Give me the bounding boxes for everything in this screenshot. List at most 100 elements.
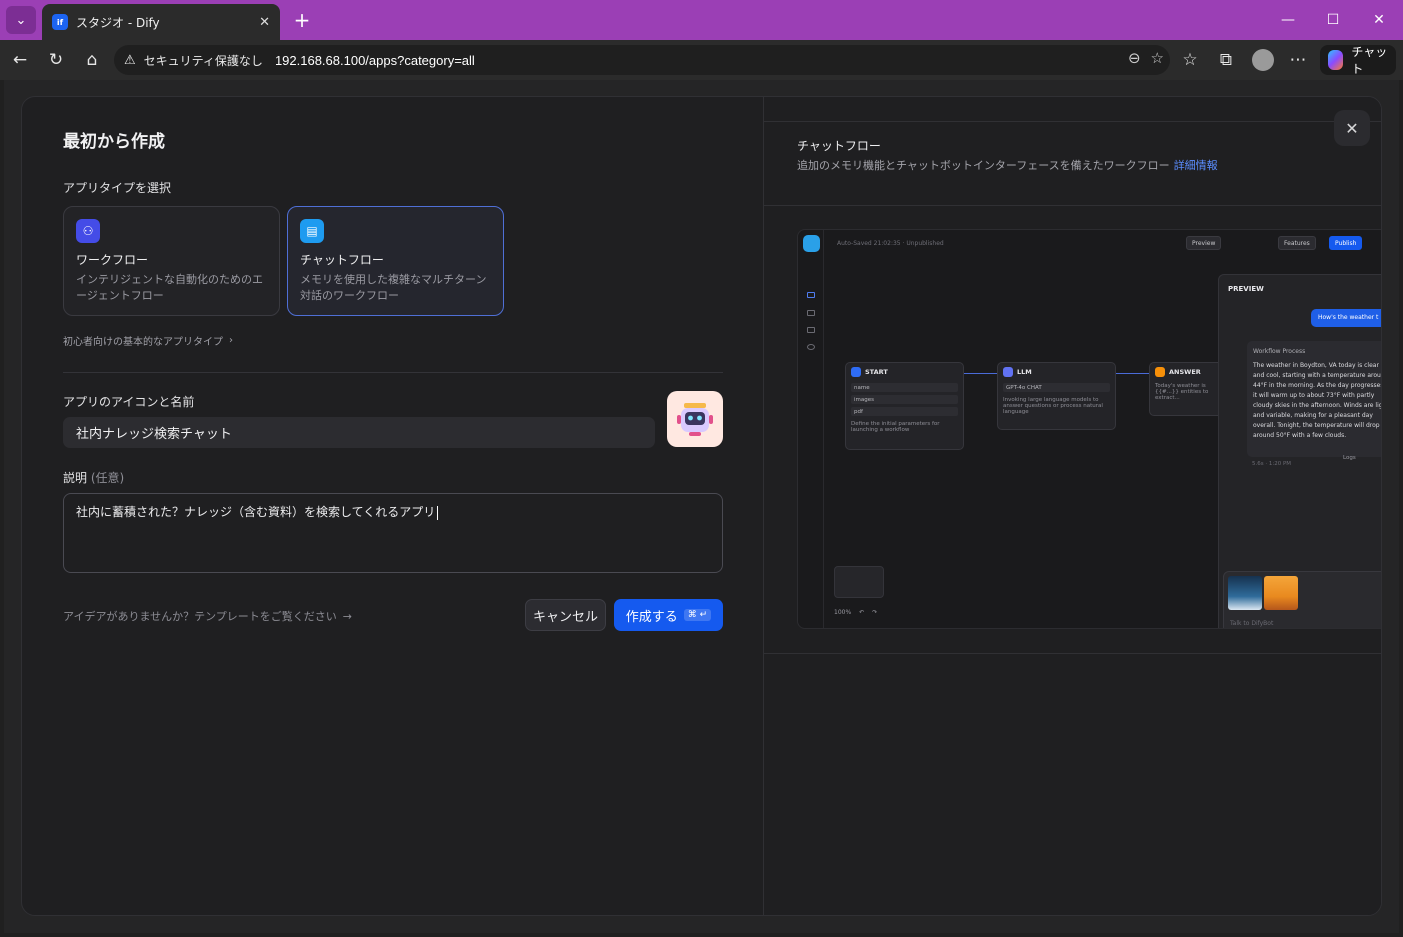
profile-avatar[interactable] bbox=[1252, 49, 1274, 71]
preview-sidebar-icon bbox=[807, 310, 815, 316]
preview-edge bbox=[964, 373, 997, 374]
chatflow-icon: ▤ bbox=[300, 219, 324, 243]
copilot-icon bbox=[1328, 50, 1344, 70]
preview-image-thumb bbox=[1264, 576, 1298, 610]
close-icon[interactable]: ✕ bbox=[1334, 110, 1370, 146]
undo-icon: ↶ bbox=[859, 608, 865, 616]
preview-sidebar-icon bbox=[807, 327, 815, 333]
new-tab-icon[interactable]: + bbox=[290, 8, 314, 32]
arrow-right-icon: → bbox=[342, 609, 353, 623]
preview-sidebar bbox=[798, 230, 824, 628]
minimize-icon[interactable]: — bbox=[1276, 8, 1300, 32]
name-label: アプリのアイコンと名前 bbox=[63, 395, 195, 409]
preview-edge bbox=[1116, 373, 1149, 374]
divider bbox=[764, 653, 1381, 654]
preview-logo-icon bbox=[803, 235, 820, 252]
divider bbox=[764, 205, 1381, 206]
refresh-icon[interactable]: ↻ bbox=[44, 48, 68, 72]
answer-text: The weather in Boydton, VA today is clea… bbox=[1253, 362, 1382, 439]
favorite-star-icon[interactable]: ☆ bbox=[1151, 49, 1164, 67]
node-title: LLM bbox=[1017, 368, 1032, 376]
type-title: チャットフロー bbox=[300, 253, 384, 267]
preview-btn-features: Features bbox=[1278, 236, 1316, 250]
preview-chat-panel: PREVIEW How's the weather t Workflow Pro… bbox=[1218, 274, 1382, 628]
workflow-process: Workflow Process bbox=[1253, 348, 1306, 355]
preview-autosave: Auto-Saved 21:02:35 · Unpublished bbox=[837, 240, 944, 247]
type-detail-panel: チャットフロー 追加のメモリ機能とチャットボットインターフェースを備えたワークフ… bbox=[763, 97, 1382, 915]
more-icon[interactable]: ⋯ bbox=[1286, 48, 1310, 72]
app-icon-picker[interactable] bbox=[667, 391, 723, 447]
chevron-right-icon: › bbox=[229, 335, 233, 346]
template-link[interactable]: アイデアがありませんか？テンプレートをご覧ください → bbox=[63, 608, 352, 624]
modal-title: 最初から作成 bbox=[63, 132, 165, 152]
learn-more-link[interactable]: 詳細情報 bbox=[1174, 159, 1218, 172]
preview-chat-placeholder: Talk to DifyBot bbox=[1230, 620, 1274, 627]
security-label: セキュリティ保護なし bbox=[143, 53, 263, 68]
preview-btn-publish: Publish bbox=[1329, 236, 1363, 250]
node-var: name bbox=[851, 383, 958, 392]
reader-icon[interactable]: ⊖ bbox=[1128, 49, 1141, 67]
address-bar[interactable]: ⚠ セキュリティ保護なし 192.168.68.100/apps?categor… bbox=[114, 45, 1170, 75]
node-title: START bbox=[865, 368, 888, 376]
zoom-level: 100% bbox=[834, 608, 852, 616]
start-node-icon bbox=[851, 367, 861, 377]
screenshot-icon[interactable]: ⧉ bbox=[1214, 48, 1238, 72]
dify-favicon-icon: if bbox=[52, 14, 68, 30]
warning-icon: ⚠ bbox=[124, 52, 136, 68]
tab-close-icon[interactable]: ✕ bbox=[259, 15, 270, 30]
create-button[interactable]: 作成する ⌘ ↵ bbox=[614, 599, 723, 631]
divider bbox=[63, 372, 723, 373]
cancel-button[interactable]: キャンセル bbox=[525, 599, 606, 631]
shortcut-badge: ⌘ ↵ bbox=[683, 609, 712, 621]
node-var: pdf bbox=[851, 407, 958, 416]
copilot-label: チャット bbox=[1351, 45, 1388, 76]
browser-tab-studio[interactable]: if スタジオ - Dify ✕ bbox=[42, 4, 280, 40]
robot-avatar-icon bbox=[677, 403, 713, 436]
type-title: ワークフロー bbox=[76, 253, 149, 267]
preview-node-start: START name images pdf Define the initial… bbox=[845, 362, 964, 450]
node-title: ANSWER bbox=[1169, 368, 1201, 376]
preview-chat-input: Talk to DifyBot bbox=[1223, 571, 1381, 628]
home-icon[interactable]: ⌂ bbox=[80, 48, 104, 72]
create-label: 作成する bbox=[625, 609, 678, 625]
favorites-icon[interactable]: ☆ bbox=[1178, 48, 1202, 72]
preview-image-thumb bbox=[1228, 576, 1262, 610]
window-close-icon[interactable]: ✕ bbox=[1367, 8, 1391, 32]
beginner-types-link[interactable]: 初心者向けの基本的なアプリタイプ › bbox=[63, 333, 233, 348]
chatflow-preview-image: Auto-Saved 21:02:35 · Unpublished Previe… bbox=[797, 229, 1382, 629]
detail-title: チャットフロー bbox=[797, 139, 881, 153]
description-text: 社内に蓄積された？ナレッジ（含む資料）を検索してくれるアプリ bbox=[76, 505, 436, 519]
text-caret bbox=[437, 505, 439, 520]
node-desc: Invoking large language models to answer… bbox=[1003, 397, 1103, 415]
preview-answer: Workflow Process The weather in Boydton,… bbox=[1247, 341, 1382, 457]
preview-question: How's the weather t bbox=[1311, 309, 1381, 327]
tab-actions-menu-icon[interactable]: ⌄ bbox=[6, 6, 36, 34]
beginner-link-text: 初心者向けの基本的なアプリタイプ bbox=[63, 337, 223, 348]
browser-toolbar: ← ↻ ⌂ ⚠ セキュリティ保護なし 192.168.68.100/apps?c… bbox=[0, 40, 1403, 80]
redo-icon: ↷ bbox=[872, 608, 878, 616]
type-card-chatflow[interactable]: ▤ チャットフロー メモリを使用した複雑なマルチターン対話のワークフロー bbox=[287, 206, 504, 316]
preview-panel-title: PREVIEW bbox=[1228, 285, 1264, 293]
description-textarea[interactable]: 社内に蓄積された？ナレッジ（含む資料）を検索してくれるアプリ bbox=[63, 493, 723, 573]
node-answer-text: Today's weather is {{#...}} entities to … bbox=[1155, 383, 1209, 401]
app-name-input[interactable]: 社内ナレッジ検索チャット bbox=[63, 417, 655, 448]
detail-desc-text: 追加のメモリ機能とチャットボットインターフェースを備えたワークフロー bbox=[797, 159, 1170, 172]
node-var: images bbox=[851, 395, 958, 404]
template-link-text: アイデアがありませんか？テンプレートをご覧ください bbox=[63, 610, 337, 623]
preview-zoom-controls: 100% ↶ ↷ bbox=[834, 605, 877, 619]
detail-desc: 追加のメモリ機能とチャットボットインターフェースを備えたワークフロー 詳細情報 bbox=[797, 157, 1218, 173]
divider bbox=[764, 121, 1381, 122]
app-type-label: アプリタイプを選択 bbox=[63, 181, 172, 195]
browser-titlebar: ⌄ if スタジオ - Dify ✕ + — ☐ ✕ bbox=[0, 0, 1403, 40]
url-text[interactable]: 192.168.68.100/apps?category=all bbox=[275, 53, 475, 68]
type-card-workflow[interactable]: ⚇ ワークフロー インテリジェントな自動化のためのエージェントフロー bbox=[63, 206, 280, 316]
maximize-icon[interactable]: ☐ bbox=[1321, 8, 1345, 32]
workflow-icon: ⚇ bbox=[76, 219, 100, 243]
node-model: GPT-4o CHAT bbox=[1003, 383, 1110, 392]
copilot-button[interactable]: チャット bbox=[1320, 45, 1396, 76]
answer-node-icon bbox=[1155, 367, 1165, 377]
back-icon[interactable]: ← bbox=[8, 48, 32, 72]
desc-label: 説明 (任意) bbox=[63, 469, 124, 486]
preview-sidebar-icon bbox=[807, 344, 815, 350]
create-app-modal: 最初から作成 アプリタイプを選択 ⚇ ワークフロー インテリジェントな自動化のた… bbox=[21, 96, 1382, 916]
